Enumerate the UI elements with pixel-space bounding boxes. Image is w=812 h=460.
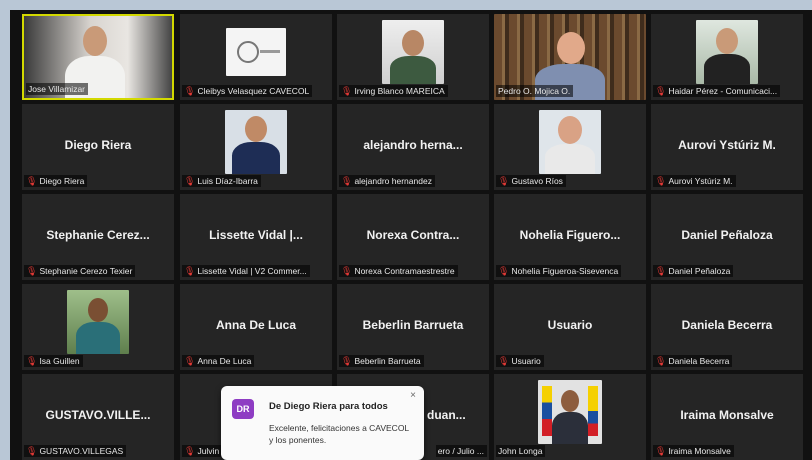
mic-muted-icon: 🎙 (498, 265, 510, 276)
participant-tile[interactable]: Daniel Peñaloza 🎙 Daniel Peñaloza (651, 194, 803, 280)
participant-name-label: Jose Villamizar (26, 83, 89, 95)
participant-display-name: Usuario (547, 318, 593, 332)
close-icon[interactable]: × (410, 390, 416, 401)
participant-tile[interactable]: alejandro hernа... 🎙 alejandro hernandez (337, 104, 489, 190)
participant-name-label: Pedro O. Mojica O. (496, 85, 574, 97)
participant-name-label: John Longa (496, 445, 546, 457)
participant-tile[interactable]: Aurovi Ystúriz M. 🎙 Aurovi Ystúriz M. (651, 104, 803, 190)
participant-name-label: 🎙 Daniela Becerra (653, 355, 733, 367)
participant-video (382, 20, 444, 84)
participant-name-label: 🎙 Iraima Monsalve (653, 445, 734, 457)
participant-tile[interactable]: Diego Riera 🎙 Diego Riera (22, 104, 174, 190)
mic-muted-icon: 🎙 (341, 85, 353, 96)
participant-tile[interactable]: 🎙 Luis Díaz-Ibarra (180, 104, 332, 190)
participant-name-label: 🎙 Norexa Contramaestrestre (339, 265, 458, 277)
participant-tile[interactable]: John Longa (494, 374, 646, 460)
participant-tile[interactable]: Anna De Luca 🎙 Anna De Luca (180, 284, 332, 370)
mic-muted-icon: 🎙 (184, 355, 196, 366)
participant-display-name: duan... (427, 408, 466, 422)
participant-tile[interactable]: Stephanie Cerez... 🎙 Stephanie Cerezo Tex… (22, 194, 174, 280)
participant-display-name: Lissette Vidal |... (209, 228, 303, 242)
participant-display-name: alejandro hernа... (363, 138, 463, 152)
participant-name-label: 🎙 Cleibys Velasquez CAVECOL (182, 85, 313, 97)
participant-name-label: 🎙 Luis Díaz-Ibarra (182, 175, 261, 187)
participant-name-label: 🎙 Irving Blanco MAREICA (339, 85, 448, 97)
cavecol-logo-icon (237, 41, 280, 63)
participant-name-label: 🎙 Stephanie Cerezo Texier (24, 265, 136, 277)
participant-display-name: Daniela Becerra (681, 318, 773, 332)
mic-muted-icon: 🎙 (341, 175, 353, 186)
mic-muted-icon: 🎙 (26, 175, 38, 186)
chat-message-text: Excelente, felicitaciones a CAVECOL y lo… (269, 423, 409, 445)
participant-name-label: 🎙 Usuario (496, 355, 544, 367)
participant-display-name: Nohelia Figuero... (519, 228, 621, 242)
participant-name-label: 🎙 Diego Riera (24, 175, 88, 187)
participant-tile[interactable]: Usuario 🎙 Usuario (494, 284, 646, 370)
participant-tile[interactable]: GUSTAVO.VILLE... 🎙 GUSTAVO.VILLEGAS (22, 374, 174, 460)
participant-display-name: Iraima Monsalve (680, 408, 774, 422)
participant-tile[interactable]: Pedro O. Mojica O. (494, 14, 646, 100)
participant-video (696, 20, 758, 84)
participant-name-label: 🎙 Anna De Luca (182, 355, 255, 367)
sender-avatar: DR (232, 399, 254, 419)
participant-display-name: Anna De Luca (215, 318, 296, 332)
participant-display-name: Aurovi Ystúriz M. (678, 138, 776, 152)
mic-muted-icon: 🎙 (655, 355, 667, 366)
participant-tile[interactable]: Lissette Vidal |... 🎙 Lissette Vidal | V2… (180, 194, 332, 280)
participant-name-label: 🎙 Isa Guillen (24, 355, 83, 367)
participant-tile[interactable]: 🎙 Isa Guillen (22, 284, 174, 370)
mic-muted-icon: 🎙 (655, 445, 667, 456)
participant-name-label: 🎙 Haidar Pérez - Comunicaci... (653, 85, 781, 97)
participant-tile[interactable]: 🎙 Gustavo Ríos (494, 104, 646, 190)
participant-name-label: ero / Julio ... (435, 445, 487, 457)
participant-name-label: 🎙 Daniel Peñaloza (653, 265, 734, 277)
participant-video (538, 380, 602, 444)
participant-logo (226, 28, 286, 76)
participant-name-label: 🎙 Beberlin Barrueta (339, 355, 424, 367)
participant-display-name: Norexa Contra... (366, 228, 460, 242)
mic-muted-icon: 🎙 (341, 265, 353, 276)
participant-display-name: GUSTAVO.VILLE... (45, 408, 151, 422)
participant-tile[interactable]: Daniela Becerra 🎙 Daniela Becerra (651, 284, 803, 370)
participant-name-label: 🎙 Aurovi Ystúriz M. (653, 175, 736, 187)
participant-video (67, 290, 129, 354)
participant-tile[interactable]: Iraima Monsalve 🎙 Iraima Monsalve (651, 374, 803, 460)
mic-muted-icon: 🎙 (26, 445, 38, 456)
participant-name-label: 🎙 alejandro hernandez (339, 175, 435, 187)
mic-muted-icon: 🎙 (498, 355, 510, 366)
participant-tile[interactable]: Jose Villamizar (22, 14, 174, 100)
mic-muted-icon: 🎙 (184, 265, 196, 276)
participant-tile[interactable]: Norexa Contra... 🎙 Norexa Contramaestrest… (337, 194, 489, 280)
participant-tile[interactable]: Nohelia Figuero... 🎙 Nohelia Figueroa-Sis… (494, 194, 646, 280)
participant-name-label: 🎙 Nohelia Figueroa-Sisevenca (496, 265, 622, 277)
mic-muted-icon: 🎙 (655, 85, 667, 96)
mic-muted-icon: 🎙 (498, 175, 510, 186)
participant-display-name: Daniel Peñaloza (681, 228, 773, 242)
mic-muted-icon: 🎙 (184, 85, 196, 96)
participant-display-name: Stephanie Cerez... (46, 228, 150, 242)
mic-muted-icon: 🎙 (184, 175, 196, 186)
chat-sender-line: De Diego Riera para todos (269, 401, 388, 412)
participant-name-label: 🎙 GUSTAVO.VILLEGAS (24, 445, 127, 457)
participant-tile[interactable]: 🎙 Irving Blanco MAREICA (337, 14, 489, 100)
participant-display-name: Diego Riera (64, 138, 132, 152)
participant-name-label: 🎙 Lissette Vidal | V2 Commer... (182, 265, 310, 277)
participant-tile[interactable]: 🎙 Haidar Pérez - Comunicaci... (651, 14, 803, 100)
participant-video (539, 110, 601, 174)
participant-name-label: 🎙 Gustavo Ríos (496, 175, 566, 187)
participant-video (225, 110, 287, 174)
mic-muted-icon: 🎙 (26, 265, 38, 276)
participant-tile[interactable]: 🎙 Cleibys Velasquez CAVECOL (180, 14, 332, 100)
mic-muted-icon: 🎙 (341, 355, 353, 366)
chat-notification-popup[interactable]: DR De Diego Riera para todos Excelente, … (221, 386, 424, 460)
mic-muted-icon: 🎙 (26, 355, 38, 366)
participant-tile[interactable]: Beberlin Barrueta 🎙 Beberlin Barrueta (337, 284, 489, 370)
mic-muted-icon: 🎙 (655, 265, 667, 276)
participant-display-name: Beberlin Barrueta (362, 318, 464, 332)
participant-name-label: 🎙 Julvin (182, 445, 223, 457)
mic-muted-icon: 🎙 (655, 175, 667, 186)
mic-muted-icon: 🎙 (184, 445, 196, 456)
